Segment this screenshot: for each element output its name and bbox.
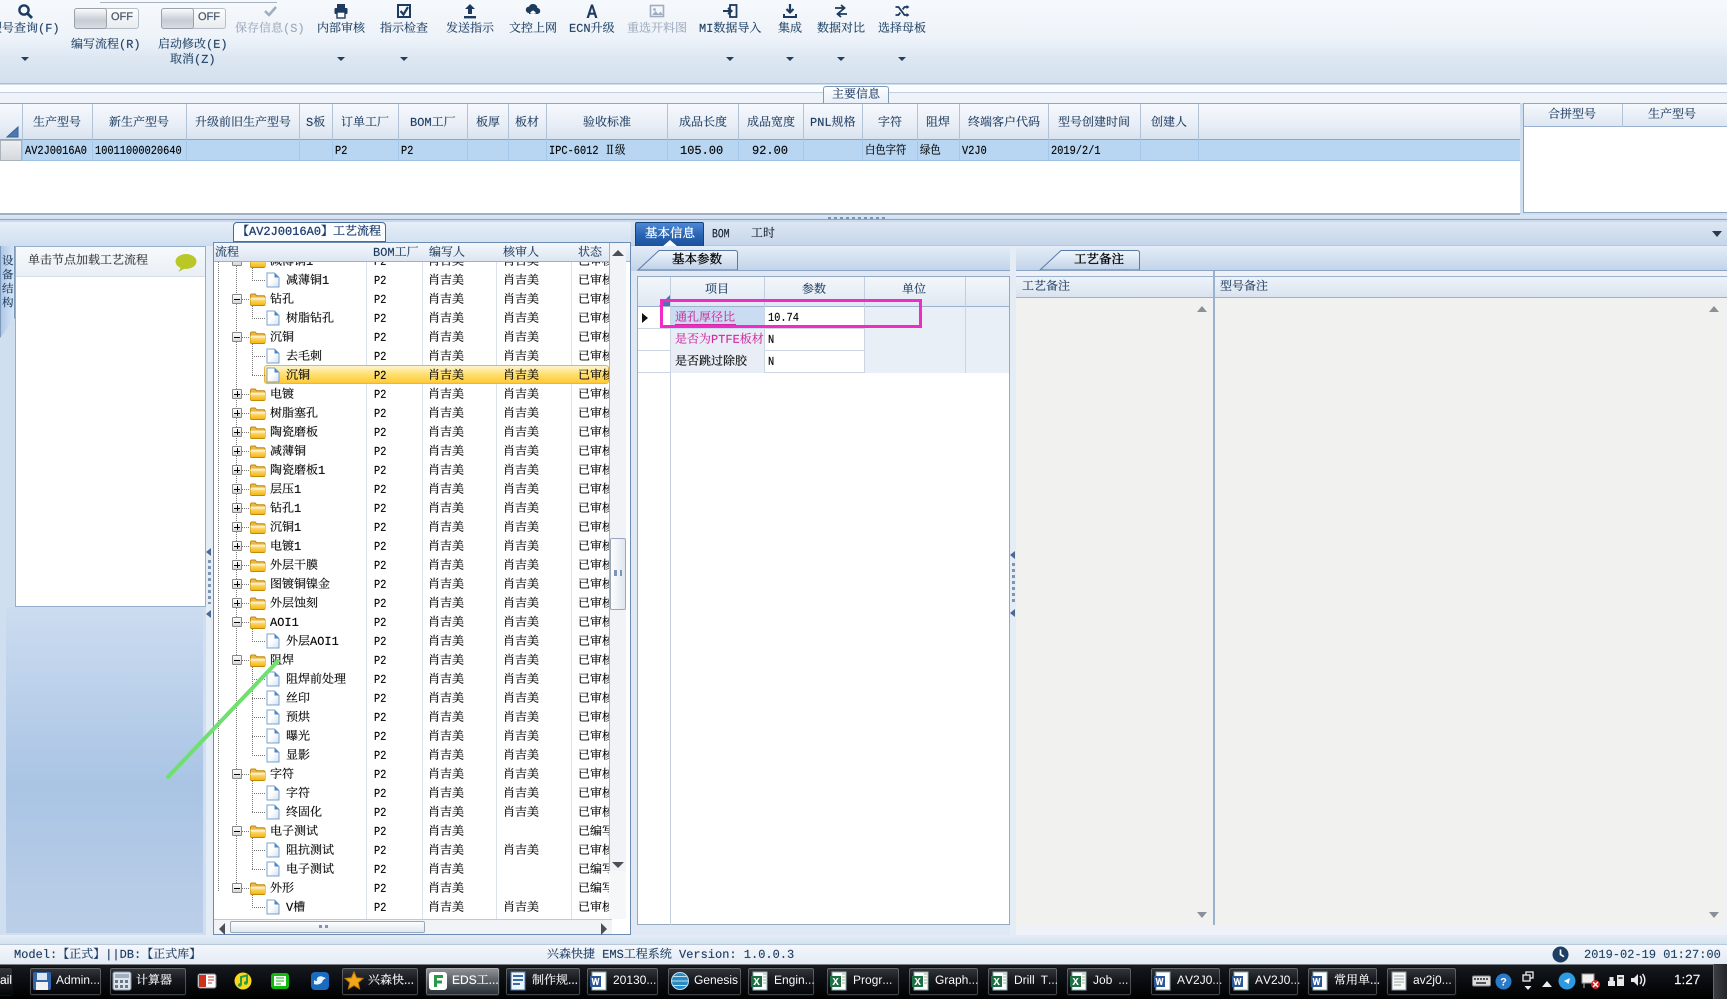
svg-text:?: ? [1500,977,1507,989]
